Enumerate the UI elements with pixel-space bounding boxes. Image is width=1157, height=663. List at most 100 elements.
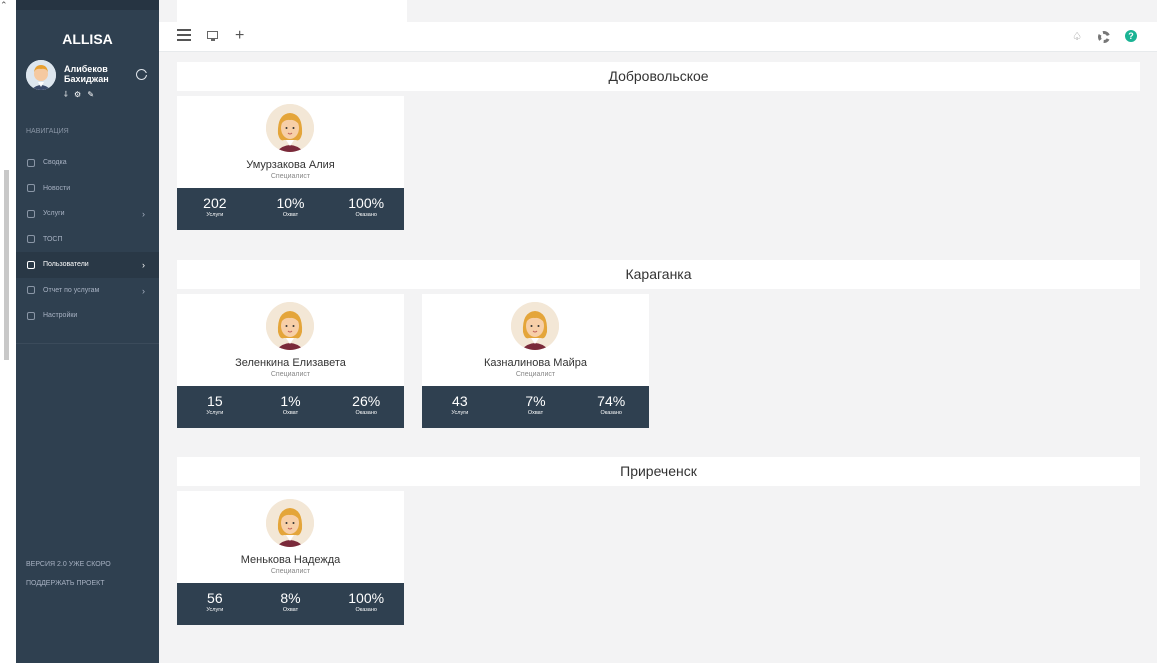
chevron-right-icon: › (142, 260, 145, 270)
user-card[interactable]: Умурзакова Алия Специалист 202 Услуги 10% Охв… (177, 96, 404, 230)
user-card-role: Специалист (270, 371, 311, 378)
sidebar-item-6[interactable]: Настройки (16, 303, 159, 329)
user-card-name[interactable]: Умурзакова Алия (177, 159, 404, 171)
chevron-right-icon: › (142, 285, 145, 296)
plus-icon[interactable]: + (235, 28, 244, 44)
location-title: Караганка (177, 260, 1140, 289)
location-group: Добровольское Умурзакова Алия Специалист 20… (177, 62, 1140, 236)
stat-value: 1% (280, 393, 301, 409)
sidebar-item-label: Новости (43, 184, 71, 192)
stat-value: 43 (452, 393, 468, 409)
sidebar-item-label: Отчет по услугам (43, 286, 100, 294)
stat-coverage: 8% Охват (253, 583, 329, 625)
user-card-role: Специалист (270, 568, 311, 575)
stat-rendered: 100% Оказано (328, 188, 404, 230)
nav-section-label: НАВИГАЦИЯ (26, 128, 69, 135)
sidebar-footer: ВЕРСИЯ 2.0 УЖЕ СКОРО ПОДДЕРЖАТЬ ПРОЕКТ (26, 555, 111, 593)
support-lifering-icon[interactable] (1098, 31, 1110, 43)
bell-icon[interactable]: ♤ (1072, 29, 1082, 45)
version-note: ВЕРСИЯ 2.0 УЖЕ СКОРО (26, 561, 111, 568)
user-card[interactable]: Менькова Надежда Специалист 56 Услуги 8% Охва… (177, 491, 404, 625)
female-avatar-icon (266, 499, 314, 547)
stat-services: 56 Услуги (177, 583, 253, 625)
sidebar: ALLISA Алибеков Бахиджан ⸸ ⚙ ✎ НАВИГАЦИЯ… (16, 0, 159, 663)
user-card-role: Специалист (515, 371, 556, 378)
sidebar-item-2[interactable]: Услуги › (16, 201, 159, 227)
news-icon (27, 184, 35, 193)
sidebar-item-5[interactable]: Отчет по услугам › (16, 278, 159, 304)
browser-left-edge: ⌃ (0, 0, 16, 663)
help-icon[interactable]: ? (1125, 30, 1137, 42)
stat-services: 202 Услуги (177, 188, 253, 230)
stat-services: 43 Услуги (422, 386, 498, 428)
hamburger-menu-icon[interactable] (177, 29, 191, 44)
user-card-name[interactable]: Менькова Надежда (177, 554, 404, 566)
stat-value: 74% (597, 393, 626, 409)
stat-services: 15 Услуги (177, 386, 253, 428)
user-profile: Алибеков Бахиджан ⸸ ⚙ ✎ (26, 60, 151, 120)
user-stats: 56 Услуги 8% Охват 100% Оказано (177, 583, 404, 625)
user-card[interactable]: Казналинова Майра Специалист 43 Услуги 7% Охв… (422, 294, 649, 428)
stat-label: Услуги (206, 410, 224, 416)
user-stats: 15 Услуги 1% Охват 26% Оказано (177, 386, 404, 428)
location-group: Караганка Зеленкина Елизавета Специалист 15… (177, 260, 1140, 434)
stat-label: Оказано (355, 410, 377, 416)
profile-actions-icons[interactable]: ⸸ ⚙ ✎ (64, 89, 96, 100)
stat-value: 7% (525, 393, 546, 409)
location-title: Приреченск (177, 457, 1140, 486)
user-cards: Менькова Надежда Специалист 56 Услуги 8% Охва… (177, 491, 1140, 631)
gear-icon (27, 311, 35, 320)
services-icon (27, 209, 35, 218)
support-project-link[interactable]: ПОДДЕРЖАТЬ ПРОЕКТ (26, 574, 111, 593)
sidebar-divider (16, 343, 159, 344)
monitor-icon[interactable] (207, 29, 219, 41)
stat-label: Услуги (451, 410, 469, 416)
stat-rendered: 26% Оказано (328, 386, 404, 428)
collapse-arrow-icon[interactable]: ⌃ (0, 0, 8, 11)
user-stats: 202 Услуги 10% Охват 100% Оказано (177, 188, 404, 230)
report-icon (27, 286, 35, 295)
avatar[interactable] (26, 60, 56, 90)
female-avatar-icon (266, 302, 314, 350)
sidebar-item-label: Настройки (43, 312, 78, 320)
stat-value: 26% (352, 393, 381, 409)
stat-coverage: 10% Охват (253, 188, 329, 230)
sidebar-item-label: ТОСП (43, 235, 63, 243)
sidebar-item-1[interactable]: Новости (16, 176, 159, 202)
user-card-role: Специалист (270, 173, 311, 180)
top-scroll-remnant (177, 0, 407, 22)
sidebar-item-4[interactable]: Пользователи › (16, 252, 159, 278)
sidebar-item-3[interactable]: ТОСП (16, 227, 159, 253)
brand-logo[interactable]: ALLISA (16, 31, 159, 47)
user-card-name[interactable]: Зеленкина Елизавета (177, 357, 404, 369)
sidebar-item-0[interactable]: Сводка (16, 150, 159, 176)
sidebar-nav: Сводка Новости Услуги › ТОСП Пользователи › Отч… (16, 150, 159, 329)
sidebar-item-label: Пользователи (43, 261, 89, 269)
user-card-name[interactable]: Казналинова Майра (422, 357, 649, 369)
stat-coverage: 1% Охват (253, 386, 329, 428)
stat-rendered: 74% Оказано (573, 386, 649, 428)
location-group: Приреченск Менькова Надежда Специалист 56 Ус… (177, 457, 1140, 631)
sidebar-item-label: Услуги (43, 210, 65, 218)
scrollbar[interactable] (4, 170, 9, 360)
stat-value: 15 (207, 393, 223, 409)
stat-label: Охват (282, 212, 299, 218)
stat-value: 10% (276, 195, 305, 211)
stat-label: Охват (282, 607, 299, 613)
stat-label: Оказано (355, 212, 377, 218)
top-navbar: + ♤ ? (159, 0, 1157, 52)
stat-label: Оказано (600, 410, 622, 416)
building-icon (27, 235, 35, 244)
user-card[interactable]: Зеленкина Елизавета Специалист 15 Услуги 1% О… (177, 294, 404, 428)
sidebar-item-label: Сводка (43, 159, 67, 167)
stat-label: Охват (282, 410, 299, 416)
stat-rendered: 100% Оказано (328, 583, 404, 625)
stat-value: 100% (348, 590, 385, 606)
logout-icon[interactable] (136, 69, 148, 80)
female-avatar-icon (266, 104, 314, 152)
stat-label: Услуги (206, 607, 224, 613)
user-stats: 43 Услуги 7% Охват 74% Оказано (422, 386, 649, 428)
user-name[interactable]: Алибеков Бахиджан (64, 64, 124, 84)
dashboard-icon (27, 158, 35, 167)
stat-label: Оказано (355, 607, 377, 613)
